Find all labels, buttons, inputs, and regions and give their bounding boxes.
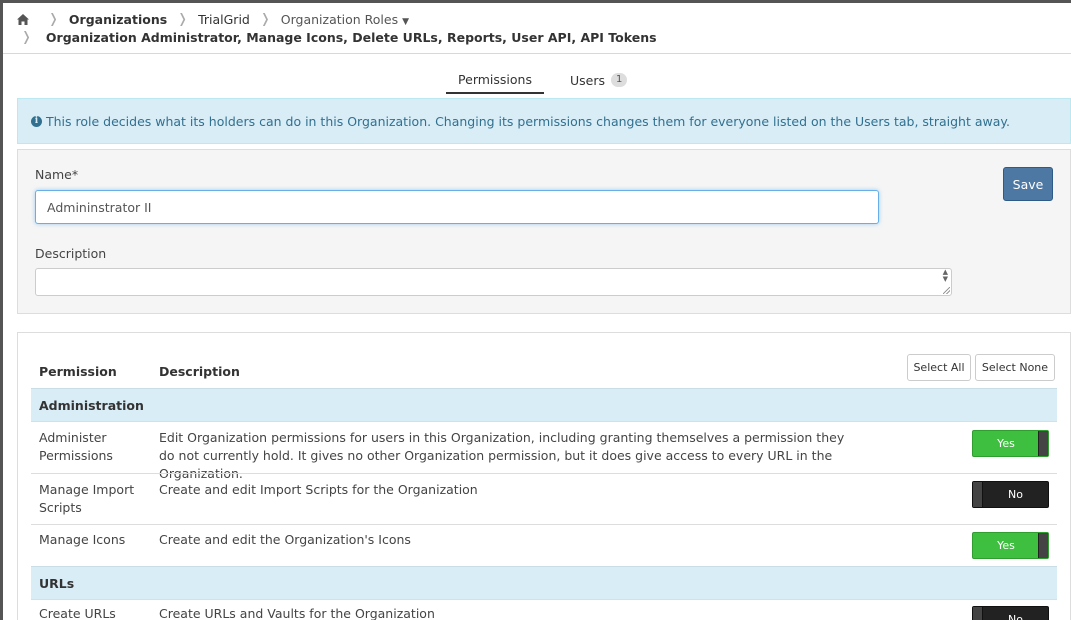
table-row: Manage Icons Create and edit the Organiz… [31, 524, 1057, 566]
tab-users[interactable]: Users 1 [570, 66, 628, 94]
permission-name: Manage Import Scripts [39, 482, 135, 515]
group-row-administration: Administration [31, 388, 1057, 421]
breadcrumb-separator: ❭ [48, 11, 59, 27]
breadcrumb-organizations[interactable]: Organizations [69, 12, 167, 27]
permission-name: Administer Permissions [39, 430, 113, 463]
breadcrumb-roles-label: Organization Roles [280, 11, 399, 27]
breadcrumb-separator: ❭ [259, 11, 271, 27]
toggle-knob [1038, 533, 1048, 558]
save-button[interactable]: Save [1003, 167, 1053, 201]
table-row: Create URLs Create URLs and Vaults for t… [31, 599, 1057, 620]
name-input[interactable] [35, 190, 879, 224]
info-alert: i This role decides what its holders can… [17, 98, 1071, 144]
permission-toggle[interactable]: No [972, 481, 1049, 508]
permissions-panel: Select All Select None Permission Descri… [17, 332, 1071, 620]
permission-name: Create URLs [39, 606, 116, 620]
permission-toggle[interactable]: No [972, 606, 1049, 620]
role-form: Name* Description ▲▼ Save [17, 149, 1071, 314]
tab-bar: Permissions Users 1 [446, 66, 628, 94]
breadcrumb-separator: ❭ [177, 11, 189, 27]
description-textarea[interactable]: ▲ ▼ [35, 268, 952, 296]
breadcrumb: ❭ Organizations ❭ TrialGrid ❭ Organizati… [3, 3, 1071, 54]
description-label: Description [35, 246, 107, 261]
resize-handle-icon[interactable] [943, 287, 950, 294]
tab-permissions[interactable]: Permissions [446, 66, 544, 94]
permission-description: Create and edit Import Scripts for the O… [159, 482, 478, 497]
table-row: Manage Import Scripts Create and edit Im… [31, 473, 1057, 524]
info-alert-text: This role decides what its holders can d… [46, 113, 1010, 129]
description-column-header: Description [159, 364, 240, 379]
toggle-label: No [1008, 613, 1023, 620]
toggle-knob [1038, 431, 1048, 456]
table-row: Administer Permissions Edit Organization… [31, 421, 1057, 481]
permission-description: Create URLs and Vaults for the Organizat… [159, 606, 435, 620]
permission-toggle[interactable]: Yes [972, 532, 1049, 559]
group-row-urls: URLs [31, 566, 1057, 599]
permissions-table: Administration Administer Permissions Ed… [31, 388, 1057, 620]
tab-users-label: Users [570, 72, 606, 88]
permission-toggle[interactable]: Yes [972, 430, 1049, 457]
toggle-label: Yes [997, 437, 1015, 450]
caret-down-icon: ▼ [402, 16, 410, 27]
info-icon: i [31, 115, 42, 127]
users-count-badge: 1 [611, 73, 628, 87]
permission-name: Manage Icons [39, 532, 126, 547]
toggle-knob [973, 482, 983, 507]
breadcrumb-org-name[interactable]: TrialGrid [198, 12, 250, 27]
permission-column-header: Permission [39, 364, 117, 379]
select-none-button[interactable]: Select None [975, 354, 1055, 381]
toggle-label: Yes [997, 539, 1015, 552]
toggle-knob [973, 607, 983, 620]
breadcrumb-separator: ❭ [21, 29, 32, 45]
spinner-icon[interactable]: ▲ ▼ [943, 269, 948, 283]
name-label: Name* [35, 167, 79, 182]
breadcrumb-roles-dropdown[interactable]: Organization Roles ▼ [281, 12, 409, 27]
tab-permissions-label: Permissions [458, 71, 532, 87]
select-all-button[interactable]: Select All [907, 354, 971, 381]
breadcrumb-current-role: Organization Administrator, Manage Icons… [45, 29, 657, 45]
toggle-label: No [1008, 488, 1023, 501]
permission-description: Create and edit the Organization's Icons [159, 532, 411, 547]
home-icon[interactable] [17, 13, 29, 25]
